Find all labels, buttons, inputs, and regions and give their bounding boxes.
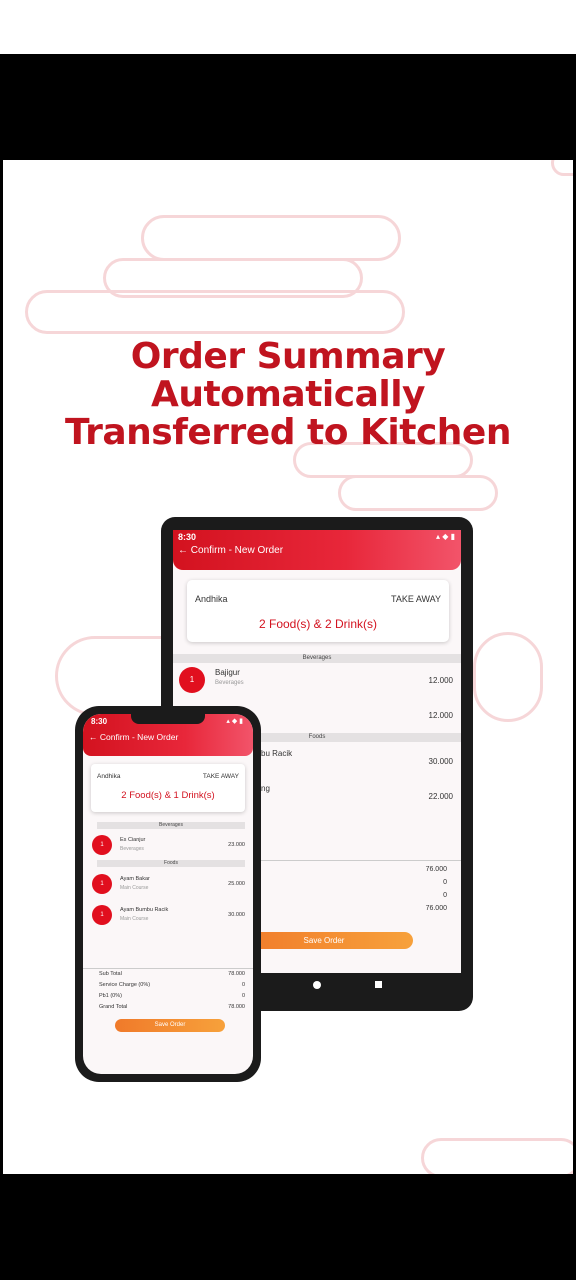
service-charge-value: 0 [443, 879, 447, 886]
headline: Order Summary Automatically Transferred … [3, 338, 573, 452]
item-price: 23.000 [228, 842, 245, 848]
item-name: Es Cianjur [120, 837, 146, 843]
list-item[interactable]: 1 Ayam Bumbu Racik Main Course 30.000 [83, 905, 253, 927]
summary-row: Pb1 (0%) 0 [99, 993, 245, 1002]
page-title: Confirm - New Order [190, 545, 284, 556]
item-name: Ayam Bumbu Racik [120, 907, 169, 913]
customer-name: Andhika [195, 594, 228, 604]
summary-row: Grand Total 78.000 [99, 1004, 245, 1013]
quantity-badge: 1 [179, 667, 205, 693]
recents-button-icon[interactable] [375, 981, 382, 988]
section-header-foods: Foods [97, 860, 245, 867]
item-price: 12.000 [428, 711, 453, 720]
save-order-button[interactable]: Save Order [235, 932, 413, 949]
summary-label: Grand Total [99, 1004, 128, 1010]
order-summary-card: Andhika TAKE AWAY 2 Food(s) & 1 Drink(s) [91, 764, 245, 812]
status-icons: ▴ ◆ ▮ [226, 718, 243, 725]
customer-name: Andhika [97, 773, 121, 780]
cloud-decoration [421, 1138, 573, 1174]
item-price: 30.000 [428, 757, 453, 766]
subtotal-value: 76.000 [425, 866, 447, 873]
phone-device: 8:30 ▴ ◆ ▮ ← Confirm - New Order Andhika… [75, 706, 261, 1082]
headline-line: Order Summary [130, 336, 446, 377]
summary-row: Sub Total 78.000 [99, 971, 245, 980]
summary-label: Pb1 (0%) [99, 993, 122, 999]
item-price: 22.000 [428, 792, 453, 801]
item-name: ng [261, 784, 270, 793]
cloud-decoration [141, 215, 401, 261]
phone-screen: 8:30 ▴ ◆ ▮ ← Confirm - New Order Andhika… [83, 714, 253, 1074]
summary-value: 0 [241, 993, 245, 999]
item-price: 30.000 [228, 912, 245, 918]
tablet-title-bar: ← Confirm - New Order [178, 545, 283, 556]
list-item[interactable]: 1 Bajigur Beverages 12.000 [173, 667, 461, 697]
summary-label: Service Charge (0%) [99, 982, 151, 988]
grand-total-value: 76.000 [425, 905, 447, 912]
summary-value: 78.000 [228, 971, 245, 977]
summary-value: 78.000 [228, 1004, 245, 1010]
summary-row: Service Charge (0%) 0 [99, 982, 245, 991]
cloud-decoration [338, 475, 498, 511]
order-count-summary: 2 Food(s) & 2 Drink(s) [258, 617, 378, 631]
list-item[interactable]: 1 Es Cianjur Beverages 23.000 [83, 835, 253, 857]
back-arrow-icon[interactable]: ← [89, 732, 98, 742]
item-price: 25.000 [228, 881, 245, 887]
section-header-beverages: Beverages [97, 822, 245, 829]
quantity-badge: 1 [92, 874, 112, 894]
save-order-button[interactable]: Save Order [115, 1019, 225, 1032]
cloud-decoration [551, 160, 573, 176]
phone-notch [131, 714, 205, 724]
section-header-beverages: Beverages [173, 654, 461, 663]
totals-divider [83, 968, 253, 969]
item-category: Beverages [120, 846, 144, 852]
tax-value: 0 [443, 892, 447, 899]
order-type: TAKE AWAY [390, 594, 441, 604]
tablet-header: 8:30 ▴ ◆ ▮ ← Confirm - New Order [173, 530, 461, 570]
phone-title-bar: ← Confirm - New Order [89, 732, 178, 742]
item-category: Beverages [215, 680, 244, 686]
bottom-letterbox [0, 1174, 576, 1280]
quantity-badge: 1 [92, 835, 112, 855]
cloud-decoration [473, 632, 543, 722]
headline-line: Automatically [150, 374, 426, 415]
quantity-badge: 1 [92, 905, 112, 925]
item-category: Main Course [120, 885, 149, 891]
status-icons: ▴ ◆ ▮ [435, 532, 455, 541]
summary-label: Sub Total [99, 971, 122, 977]
top-margin [0, 0, 576, 54]
list-item[interactable]: 1 Ayam Bakar Main Course 25.000 [83, 874, 253, 896]
page-title: Confirm - New Order [99, 732, 179, 742]
promo-canvas: Order Summary Automatically Transferred … [3, 160, 573, 1174]
item-name: Bajigur [215, 668, 240, 677]
item-category: Main Course [120, 916, 149, 922]
top-letterbox [0, 54, 576, 160]
cloud-decoration [25, 290, 405, 334]
headline-line: Transferred to Kitchen [65, 412, 511, 453]
item-name: Ayam Bakar [120, 876, 150, 882]
home-button-icon[interactable] [313, 981, 321, 989]
order-summary-card: Andhika TAKE AWAY 2 Food(s) & 2 Drink(s) [187, 580, 449, 642]
order-count-summary: 2 Food(s) & 1 Drink(s) [121, 790, 215, 801]
back-arrow-icon[interactable]: ← [178, 545, 188, 556]
status-time: 8:30 [178, 532, 197, 542]
order-type: TAKE AWAY [202, 773, 239, 780]
item-price: 12.000 [428, 676, 453, 685]
status-time: 8:30 [91, 717, 108, 726]
summary-value: 0 [241, 982, 245, 988]
item-name: bu Racik [261, 749, 293, 758]
